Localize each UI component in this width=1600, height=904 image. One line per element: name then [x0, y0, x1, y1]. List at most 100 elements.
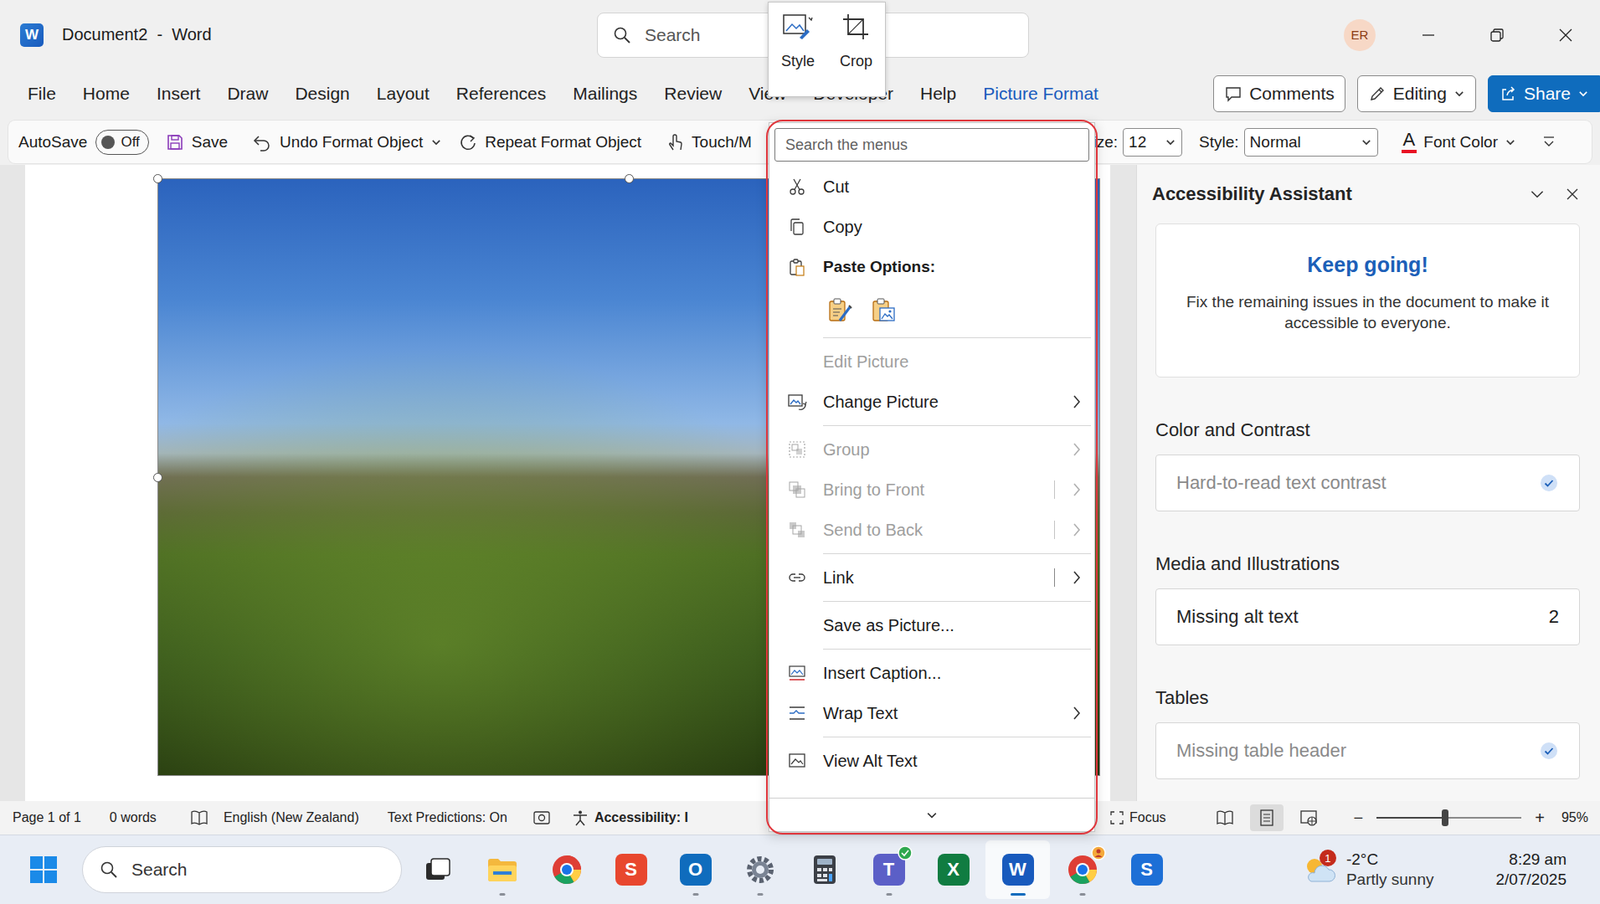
- minimize-button[interactable]: [1394, 0, 1463, 70]
- ribbon-tab[interactable]: Picture Format: [969, 77, 1112, 111]
- issue-row[interactable]: Hard-to-read text contrast: [1155, 454, 1580, 512]
- menu-item[interactable]: Insert Caption...: [769, 653, 1095, 694]
- mini-toolbar-button[interactable]: Crop: [839, 12, 873, 97]
- taskbar-app[interactable]: T: [856, 840, 921, 900]
- quick-access-button[interactable]: Repeat Format Object: [458, 133, 649, 152]
- font-color-label[interactable]: Font Color: [1423, 133, 1498, 152]
- menu-item-label[interactable]: Wrap Text: [823, 704, 1046, 724]
- taskbar-app[interactable]: W: [985, 840, 1050, 900]
- ribbon-tab[interactable]: Design: [281, 77, 363, 111]
- taskbar-app[interactable]: [405, 840, 470, 900]
- ribbon-tab[interactable]: File: [14, 77, 70, 111]
- weather-widget[interactable]: 1-2°CPartly sunny: [1301, 849, 1435, 891]
- quick-access-label[interactable]: Touch/M: [691, 133, 752, 152]
- style-select[interactable]: Normal: [1244, 128, 1379, 157]
- paste-as-picture-icon[interactable]: [866, 293, 901, 328]
- menu-scroll-down[interactable]: [769, 797, 1095, 832]
- style-value[interactable]: Normal: [1250, 133, 1302, 152]
- focus-label[interactable]: Focus: [1129, 810, 1167, 826]
- quick-access-button[interactable]: Save: [165, 133, 236, 152]
- close-icon[interactable]: [1564, 186, 1580, 202]
- menu-search[interactable]: [774, 128, 1090, 162]
- view-button[interactable]: [1250, 804, 1284, 832]
- menu-item[interactable]: Cut: [769, 166, 1095, 207]
- quick-access-label[interactable]: Save: [191, 133, 228, 152]
- taskbar-search[interactable]: [82, 846, 402, 894]
- close-button[interactable]: [1531, 0, 1600, 70]
- menu-item[interactable]: Wrap Text: [769, 693, 1095, 734]
- dropdown-slot[interactable]: [430, 136, 443, 149]
- quick-access-button[interactable]: Touch/M: [665, 133, 760, 152]
- taskbar-app[interactable]: X: [920, 840, 986, 900]
- taskbar-app[interactable]: [1049, 840, 1115, 900]
- menu-item-label[interactable]: Save as Picture...: [823, 616, 1046, 636]
- view-button[interactable]: [1208, 804, 1242, 832]
- clock[interactable]: 8:29 am2/07/2025: [1495, 849, 1567, 891]
- quick-access-button[interactable]: Undo Format Object: [252, 133, 443, 152]
- ribbon-button[interactable]: Comments: [1213, 75, 1346, 113]
- zoom-thumb[interactable]: [1441, 809, 1449, 827]
- mini-toolbar-label[interactable]: Crop: [839, 52, 873, 71]
- text-predictions[interactable]: Text Predictions: On: [387, 810, 508, 826]
- macro-record-icon[interactable]: [532, 809, 551, 827]
- mini-toolbar-label[interactable]: Style: [781, 52, 815, 71]
- ribbon-button[interactable]: Editing: [1357, 75, 1477, 113]
- issue-row[interactable]: Missing alt text2: [1155, 588, 1580, 646]
- issue-label[interactable]: Missing alt text: [1176, 606, 1299, 628]
- menu-item-label[interactable]: Cut: [823, 177, 1046, 197]
- ribbon-tab[interactable]: Layout: [363, 77, 443, 111]
- restore-button[interactable]: [1462, 0, 1532, 70]
- ribbon-button-label[interactable]: Editing: [1393, 83, 1447, 104]
- menu-search-input[interactable]: [783, 135, 1081, 155]
- ribbon-tab[interactable]: Help: [906, 77, 970, 111]
- issue-label[interactable]: Hard-to-read text contrast: [1176, 472, 1387, 494]
- autosave-toggle[interactable]: Off: [95, 129, 149, 155]
- taskbar-app[interactable]: O: [663, 840, 728, 900]
- overflow-chevron-icon[interactable]: [1541, 134, 1557, 150]
- resize-handle[interactable]: [153, 174, 163, 184]
- menu-item-label[interactable]: Link: [823, 568, 1046, 588]
- ribbon-tab[interactable]: Review: [650, 77, 736, 111]
- zoom-slider[interactable]: [1376, 817, 1522, 819]
- language[interactable]: English (New Zealand): [223, 810, 360, 826]
- accessibility-status[interactable]: Accessibility: I: [594, 810, 689, 826]
- page-count[interactable]: Page 1 of 1: [12, 810, 82, 826]
- windows-start-icon[interactable]: [28, 854, 59, 885]
- quick-access-label[interactable]: Undo Format Object: [279, 133, 423, 152]
- focus-button[interactable]: Focus: [1109, 810, 1167, 826]
- menu-item-label[interactable]: View Alt Text: [823, 751, 1046, 772]
- mini-toolbar-button[interactable]: Style: [781, 12, 815, 97]
- ribbon-button-label[interactable]: Comments: [1249, 83, 1335, 104]
- taskbar-app[interactable]: S: [1114, 840, 1179, 900]
- taskbar-app[interactable]: [792, 840, 857, 900]
- ribbon-tab[interactable]: Insert: [143, 77, 215, 111]
- paste-options-row[interactable]: [769, 287, 1095, 335]
- view-button[interactable]: [1291, 804, 1326, 832]
- menu-item[interactable]: View Alt Text: [769, 740, 1095, 782]
- menu-item[interactable]: Copy: [769, 206, 1095, 247]
- issue-row[interactable]: Missing table header: [1155, 722, 1580, 780]
- zoom-in-button[interactable]: +: [1534, 808, 1545, 829]
- ribbon-tab[interactable]: Mailings: [559, 77, 651, 111]
- zoom-out-button[interactable]: −: [1353, 808, 1364, 829]
- taskbar-app[interactable]: S: [598, 840, 664, 900]
- taskbar-app[interactable]: [469, 840, 535, 900]
- menu-item-label[interactable]: Insert Caption...: [823, 663, 1046, 684]
- ribbon-button-label[interactable]: Share: [1523, 83, 1571, 104]
- font-color-button[interactable]: AFont Color: [1401, 130, 1517, 154]
- ribbon-tab[interactable]: References: [442, 77, 560, 111]
- issue-label[interactable]: Missing table header: [1176, 740, 1347, 762]
- resize-handle[interactable]: [153, 473, 163, 483]
- proofing-icon[interactable]: [190, 809, 209, 827]
- quick-access-label[interactable]: Repeat Format Object: [484, 133, 642, 152]
- menu-item[interactable]: Change Picture: [769, 381, 1095, 422]
- resize-handle[interactable]: [624, 174, 634, 184]
- ribbon-tab[interactable]: Draw: [213, 77, 282, 111]
- taskbar-app[interactable]: [534, 840, 599, 900]
- ribbon-button[interactable]: Share: [1487, 75, 1600, 113]
- user-avatar[interactable]: ER: [1343, 19, 1376, 52]
- taskbar-app[interactable]: [727, 840, 793, 900]
- paste-keep-formatting-icon[interactable]: [823, 293, 857, 328]
- menu-item[interactable]: Link: [769, 557, 1095, 598]
- font-size-select[interactable]: 12: [1122, 128, 1183, 157]
